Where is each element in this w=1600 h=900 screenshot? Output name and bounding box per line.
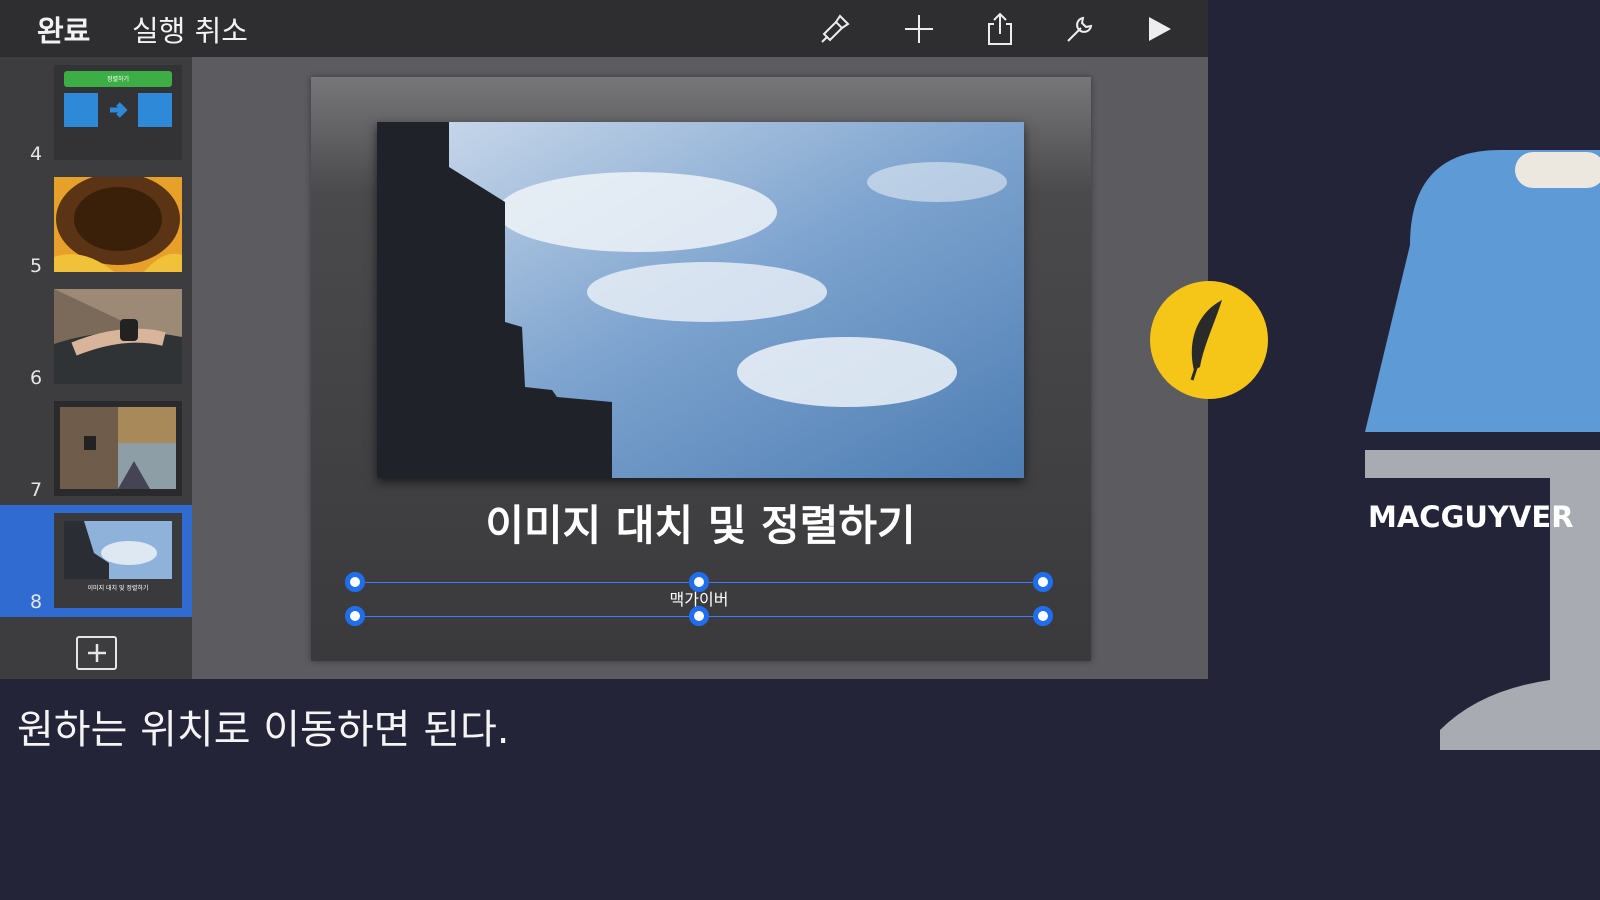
resize-handle-bottom-left[interactable] xyxy=(345,606,365,626)
resize-handle-top-left[interactable] xyxy=(345,572,365,592)
slide-thumb-8[interactable]: 이미지 대치 및 정렬하기 8 xyxy=(0,505,192,617)
thumbnail: 정렬하기 xyxy=(54,65,182,160)
brand-name: MACGUYVER xyxy=(1368,500,1574,534)
keynote-app: 완료 실행 취소 정렬하기 4 5 6 7 이미지 대치 및 정렬하기 8 이미… xyxy=(0,0,1208,679)
thumbnail-sunflower xyxy=(54,177,182,272)
thumbnail-text: 정렬하기 xyxy=(106,76,130,83)
slide-thumb-6[interactable]: 6 xyxy=(0,281,192,393)
thumbnail-text: 이미지 대치 및 정렬하기 xyxy=(87,585,149,592)
resize-handle-top-center[interactable] xyxy=(689,572,709,592)
slide-title[interactable]: 이미지 대치 및 정렬하기 xyxy=(377,492,1024,553)
toolbar: 완료 실행 취소 xyxy=(0,0,1208,57)
screen: 완료 실행 취소 정렬하기 4 5 6 7 이미지 대치 및 정렬하기 8 이미… xyxy=(0,0,1600,900)
done-button[interactable]: 완료 xyxy=(37,8,90,50)
add-slide-icon xyxy=(87,644,106,662)
slide-thumb-4[interactable]: 정렬하기 4 xyxy=(0,57,192,169)
slide-thumb-7[interactable]: 7 xyxy=(0,393,192,505)
undo-button[interactable]: 실행 취소 xyxy=(132,8,248,50)
plus-icon[interactable] xyxy=(899,10,939,48)
paintbrush-icon[interactable] xyxy=(815,10,855,48)
tutorial-caption: 원하는 위치로 이동하면 된다. xyxy=(17,707,510,753)
wrench-icon[interactable] xyxy=(1060,10,1100,48)
thumbnail-current: 이미지 대치 및 정렬하기 xyxy=(54,513,182,608)
resize-handle-top-right[interactable] xyxy=(1033,572,1053,592)
resize-handle-bottom-right[interactable] xyxy=(1033,606,1053,626)
resize-handle-bottom-center[interactable] xyxy=(689,606,709,626)
subtitle-textbox[interactable]: 맥가이버 xyxy=(345,572,1053,626)
slide-thumb-5[interactable]: 5 xyxy=(0,169,192,281)
slide-number: 8 xyxy=(30,591,43,613)
slide-number: 4 xyxy=(30,143,43,165)
slide-navigator: 정렬하기 4 5 6 7 이미지 대치 및 정렬하기 8 xyxy=(0,57,192,679)
slide-number: 7 xyxy=(30,479,43,501)
play-icon[interactable] xyxy=(1139,10,1179,48)
slide-image[interactable] xyxy=(377,122,1024,478)
feather-icon xyxy=(1190,300,1222,381)
share-icon[interactable] xyxy=(980,10,1020,48)
feather-logo xyxy=(1150,281,1268,399)
thumbnail-collage xyxy=(54,401,182,496)
thumbnail-watch xyxy=(54,289,182,384)
iron-illustration xyxy=(1360,150,1600,750)
slide-number: 5 xyxy=(30,255,43,277)
add-slide-button[interactable] xyxy=(76,636,117,670)
slide-number: 6 xyxy=(30,367,43,389)
